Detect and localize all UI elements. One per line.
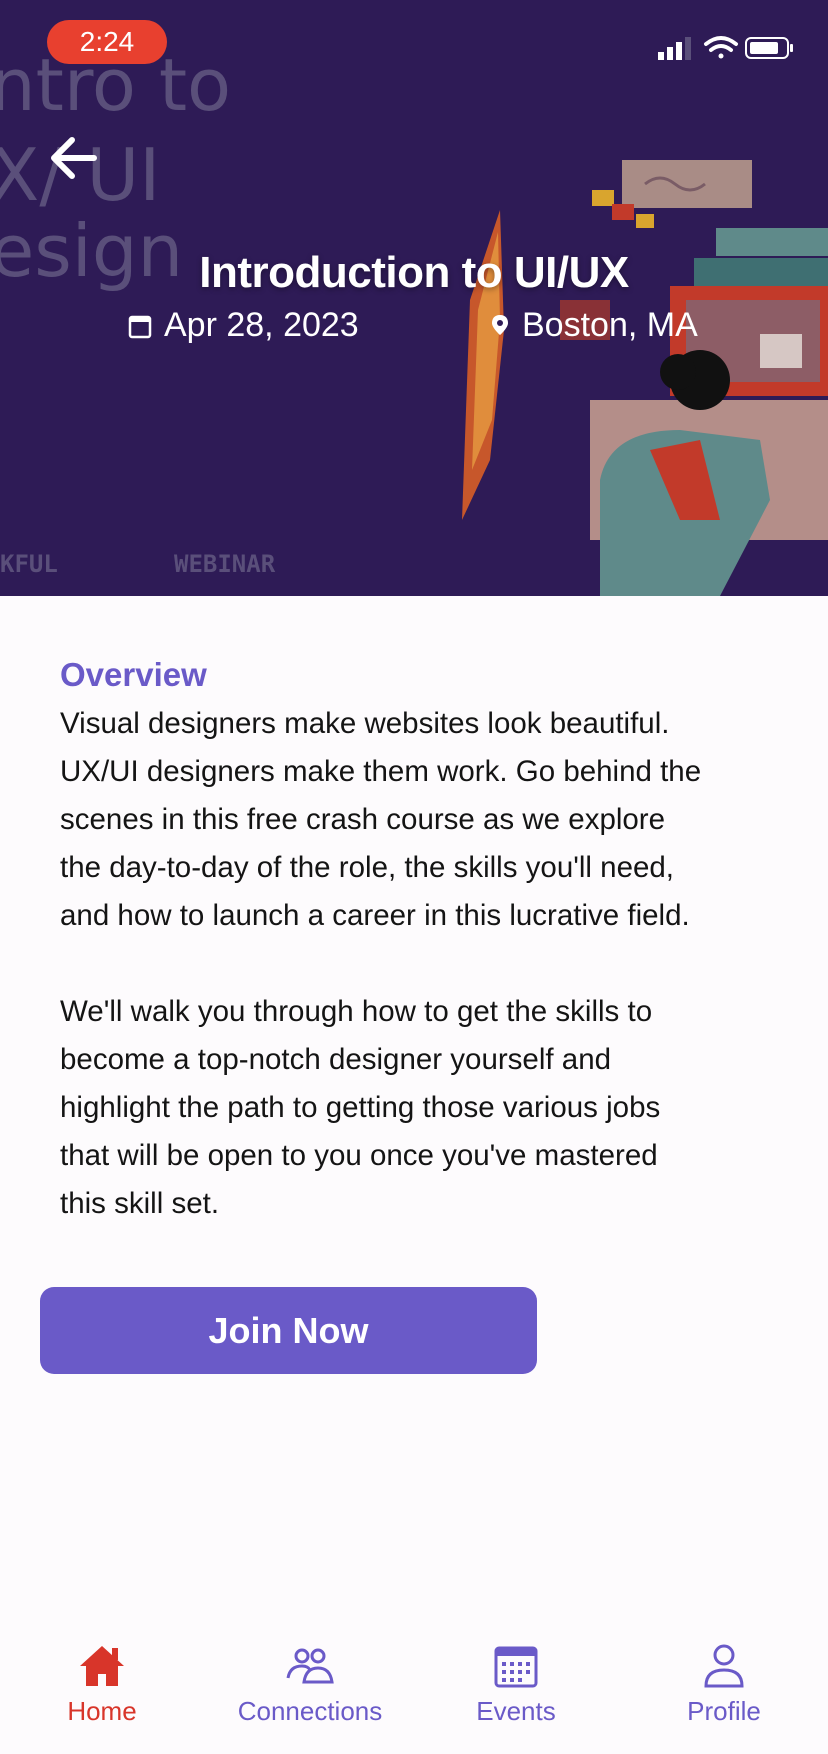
tab-events-label: Events [476, 1696, 556, 1726]
tab-events[interactable]: Events [416, 1630, 616, 1727]
status-time: 2:24 [47, 20, 167, 64]
location-pin-icon [492, 314, 508, 335]
calendar-small-icon [128, 315, 152, 338]
tab-home[interactable]: Home [2, 1630, 202, 1727]
banner-tag-right: WEBINAR [174, 550, 276, 578]
overview-heading: Overview [60, 656, 207, 693]
back-arrow-icon[interactable] [44, 128, 108, 192]
status-icons [658, 36, 793, 60]
overview-paragraph-2: We'll walk you through how to get the sk… [60, 995, 661, 1220]
tab-profile-label: Profile [687, 1696, 761, 1726]
connections-icon [286, 1648, 334, 1684]
event-title: Introduction to UI/UX [199, 248, 629, 297]
calendar-icon [494, 1646, 538, 1688]
home-icon [80, 1646, 124, 1686]
battery-icon [745, 37, 793, 59]
event-location-text: Boston, MA [522, 306, 698, 344]
event-date-text: Apr 28, 2023 [164, 306, 359, 344]
overview-paragraph-1: Visual designers make websites look beau… [60, 707, 702, 932]
event-hero-banner: ntro to X/ UI esign KFUL WEBINAR 2:24 In… [0, 0, 828, 596]
join-now-button[interactable]: Join Now [40, 1287, 537, 1374]
tab-connections-label: Connections [237, 1696, 383, 1726]
tab-home-label: Home [67, 1696, 137, 1726]
tab-profile[interactable]: Profile [624, 1630, 824, 1727]
signal-icon [658, 37, 691, 60]
tab-connections[interactable]: Connections [210, 1630, 410, 1727]
profile-icon [704, 1644, 744, 1688]
banner-tag-left: KFUL [0, 550, 58, 578]
bottom-tab-bar: Home Connections Events Profile [0, 1630, 828, 1754]
wifi-icon [704, 36, 738, 59]
event-location: Boston, MA [490, 306, 698, 345]
banner-illustration: ntro to X/ UI esign KFUL WEBINAR [0, 0, 828, 596]
event-date: Apr 28, 2023 [128, 306, 359, 345]
